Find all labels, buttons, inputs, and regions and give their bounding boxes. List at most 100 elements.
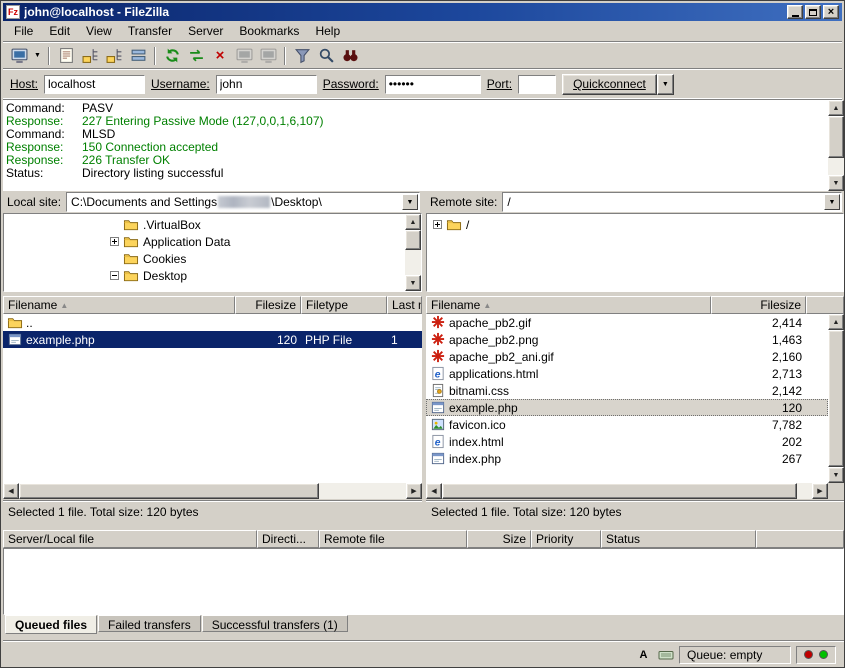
quickconnect-bar: Host: Username: Password: Port: Quickcon…	[3, 69, 842, 99]
log-scrollbar[interactable]: ▲ ▼	[828, 100, 844, 191]
scroll-up-button[interactable]: ▲	[405, 214, 421, 230]
table-row-selected[interactable]: example.php 120	[426, 399, 828, 416]
column-header-last-modified[interactable]: Last modified	[387, 296, 422, 314]
table-row[interactable]: applications.html 2,713	[426, 365, 828, 382]
column-header-filename[interactable]: Filename▲	[3, 296, 235, 314]
table-row[interactable]: favicon.ico 7,782	[426, 416, 828, 433]
tree-item[interactable]: .VirtualBox	[4, 216, 421, 233]
chevron-down-icon[interactable]: ▼	[824, 194, 840, 210]
tree-item[interactable]: Application Data	[4, 233, 421, 250]
compare-directories-button[interactable]	[314, 45, 338, 67]
toggle-message-log-button[interactable]	[54, 45, 78, 67]
username-input[interactable]	[216, 75, 317, 94]
menu-bookmarks[interactable]: Bookmarks	[231, 21, 307, 41]
local-status-text: Selected 1 file. Total size: 120 bytes	[3, 500, 422, 521]
column-header-priority[interactable]: Priority	[531, 530, 601, 548]
scroll-right-button[interactable]: ▶	[406, 483, 422, 499]
local-tree-scrollbar[interactable]: ▲ ▼	[405, 214, 421, 291]
tree-item[interactable]: Desktop	[4, 267, 421, 284]
chevron-down-icon[interactable]: ▼	[402, 194, 418, 210]
scroll-up-button[interactable]: ▲	[828, 100, 844, 116]
scroll-left-button[interactable]: ◀	[3, 483, 19, 499]
table-row[interactable]: apache_pb2_ani.gif 2,160	[426, 348, 828, 365]
password-input[interactable]	[385, 75, 481, 94]
remote-site-combobox[interactable]: / ▼	[502, 192, 842, 212]
scroll-thumb[interactable]	[19, 483, 319, 499]
scroll-thumb[interactable]	[442, 483, 797, 499]
minimize-button[interactable]	[787, 5, 803, 19]
scroll-thumb[interactable]	[405, 230, 421, 250]
column-header-filesize[interactable]: Filesize	[711, 296, 806, 314]
transfer-queue-list[interactable]	[3, 548, 844, 615]
quickconnect-button[interactable]: Quickconnect	[562, 74, 657, 95]
quickconnect-dropdown-button[interactable]: ▼	[657, 74, 674, 95]
toggle-remote-tree-button[interactable]	[102, 45, 126, 67]
menu-edit[interactable]: Edit	[41, 21, 78, 41]
column-header-filetype[interactable]: Filetype	[301, 296, 387, 314]
remote-list-hscrollbar[interactable]: ◀ ▶	[426, 483, 828, 499]
expand-plus-icon[interactable]	[433, 220, 442, 229]
tree-item[interactable]: /	[427, 216, 843, 233]
menu-transfer[interactable]: Transfer	[120, 21, 180, 41]
column-header-status[interactable]: Status	[601, 530, 756, 548]
table-row-selected[interactable]: example.php 120 PHP File 1	[3, 331, 422, 348]
table-row[interactable]: bitnami.css 2,142	[426, 382, 828, 399]
scroll-left-button[interactable]: ◀	[426, 483, 442, 499]
queue-header: Server/Local file Directi... Remote file…	[3, 530, 844, 548]
scroll-thumb[interactable]	[828, 116, 844, 158]
local-path: C:\Documents and Settings\Desktop\	[71, 195, 322, 209]
scroll-up-button[interactable]: ▲	[828, 314, 844, 330]
menu-server[interactable]: Server	[180, 21, 231, 41]
column-header-filesize[interactable]: Filesize	[235, 296, 301, 314]
toggle-queue-button[interactable]	[126, 45, 150, 67]
local-list-hscrollbar[interactable]: ◀ ▶	[3, 483, 422, 499]
disconnect-button[interactable]	[232, 45, 256, 67]
column-header-filename[interactable]: Filename▲	[426, 296, 711, 314]
transfer-type-icon[interactable]: A	[635, 646, 652, 663]
cancel-button[interactable]: ×	[208, 45, 232, 67]
menu-view[interactable]: View	[78, 21, 120, 41]
tree-item[interactable]: Cookies	[4, 250, 421, 267]
table-row[interactable]: index.php 267	[426, 450, 828, 467]
remote-list-scrollbar[interactable]: ▲ ▼	[828, 314, 844, 483]
folder-icon	[123, 268, 139, 283]
scroll-down-button[interactable]: ▼	[828, 467, 844, 483]
column-header-direction[interactable]: Directi...	[257, 530, 319, 548]
table-row[interactable]: ..	[3, 314, 422, 331]
local-site-combobox[interactable]: C:\Documents and Settings\Desktop\ ▼	[66, 192, 420, 212]
close-button[interactable]: ×	[823, 5, 839, 19]
port-input[interactable]	[518, 75, 556, 94]
tab-successful-transfers[interactable]: Successful transfers (1)	[202, 615, 348, 632]
collapse-minus-icon[interactable]	[110, 271, 119, 280]
column-header-server-local-file[interactable]: Server/Local file	[3, 530, 257, 548]
site-manager-dropdown-button[interactable]: ▼	[31, 45, 44, 67]
table-row[interactable]: apache_pb2.gif 2,414	[426, 314, 828, 331]
reconnect-button[interactable]	[256, 45, 280, 67]
speed-limit-icon[interactable]	[657, 646, 674, 663]
toggle-local-tree-button[interactable]	[78, 45, 102, 67]
tab-queued-files[interactable]: Queued files	[5, 615, 97, 634]
scroll-right-button[interactable]: ▶	[812, 483, 828, 499]
refresh-button[interactable]	[160, 45, 184, 67]
menu-file[interactable]: File	[6, 21, 41, 41]
filename: index.php	[449, 452, 501, 466]
table-row[interactable]: apache_pb2.png 1,463	[426, 331, 828, 348]
scroll-down-button[interactable]: ▼	[405, 275, 421, 291]
find-files-button[interactable]	[338, 45, 362, 67]
table-row[interactable]: index.html 202	[426, 433, 828, 450]
filename: apache_pb2.png	[449, 333, 538, 347]
expand-plus-icon[interactable]	[110, 237, 119, 246]
scroll-thumb[interactable]	[828, 330, 844, 467]
toolbar-separator	[284, 47, 286, 65]
maximize-button[interactable]	[805, 5, 821, 19]
column-header-size[interactable]: Size	[467, 530, 531, 548]
column-header-remote-file[interactable]: Remote file	[319, 530, 467, 548]
tab-failed-transfers[interactable]: Failed transfers	[98, 615, 201, 632]
menu-help[interactable]: Help	[307, 21, 348, 41]
site-manager-button[interactable]	[7, 45, 31, 67]
process-queue-button[interactable]	[184, 45, 208, 67]
scroll-down-button[interactable]: ▼	[828, 175, 844, 191]
host-input[interactable]	[44, 75, 145, 94]
filter-button[interactable]	[290, 45, 314, 67]
scrollbar-corner	[828, 483, 844, 499]
